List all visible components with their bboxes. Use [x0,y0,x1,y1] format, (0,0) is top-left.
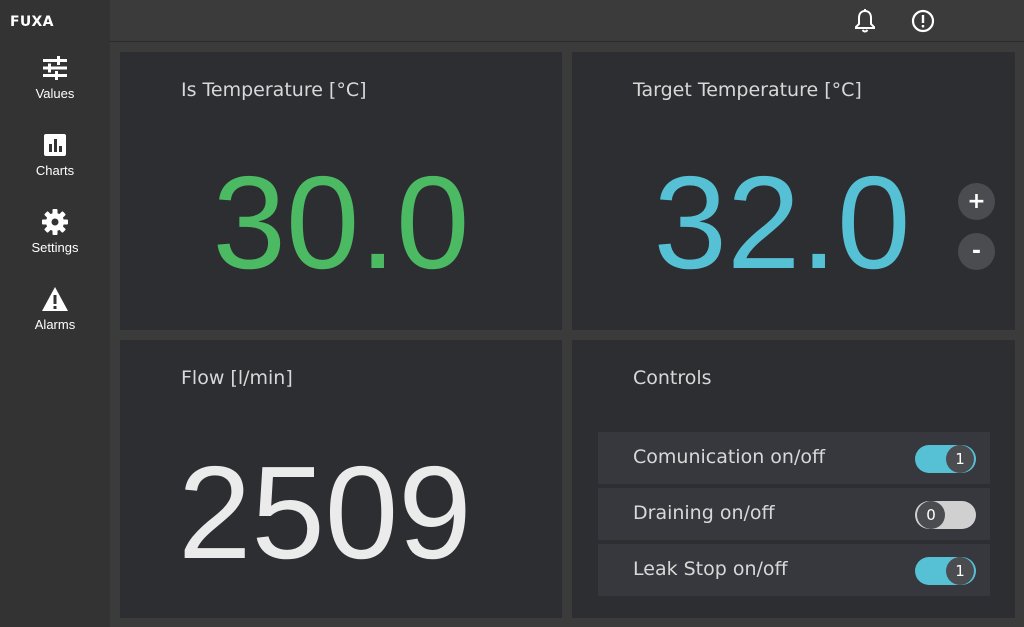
leak-stop-toggle[interactable]: 1 [915,557,976,585]
toggle-knob: 1 [946,445,974,473]
bell-icon[interactable] [852,8,878,34]
sidebar-item-alarms[interactable]: Alarms [0,285,110,355]
sidebar-item-label: Alarms [34,317,76,332]
toggle-knob: 1 [946,557,974,585]
control-row-draining: Draining on/off 0 [598,488,990,540]
decrease-button[interactable]: - [958,233,995,270]
control-label: Draining on/off [633,502,775,524]
brand-title: FUXA [10,14,54,30]
panel-title: Target Temperature [°C] [633,79,862,101]
control-label: Comunication on/off [633,446,826,468]
flow-value: 2509 [178,439,472,586]
warning-icon [41,285,69,313]
panel-title: Flow [l/min] [181,367,293,389]
panel-is-temperature: Is Temperature [°C] 30.0 [120,52,562,330]
control-row-communication: Comunication on/off 1 [598,432,990,484]
sidebar-item-label: Values [35,86,75,101]
sidebar: FUXA Values Charts Settings Alarms [0,0,110,627]
is-temperature-value: 30.0 [212,149,470,296]
control-label: Leak Stop on/off [633,558,788,580]
panel-controls: Controls Comunication on/off 1 Draining … [572,340,1015,618]
sidebar-item-label: Charts [35,163,75,178]
sidebar-item-settings[interactable]: Settings [0,208,110,278]
sidebar-item-values[interactable]: Values [0,54,110,124]
control-row-leak-stop: Leak Stop on/off 1 [598,544,990,596]
sidebar-item-label: Settings [31,240,79,255]
communication-toggle[interactable]: 1 [915,445,976,473]
exclamation-circle-icon[interactable] [910,8,936,34]
target-temperature-value: 32.0 [653,149,911,296]
sidebar-item-charts[interactable]: Charts [0,131,110,201]
sliders-icon [41,54,69,82]
gear-icon [41,208,69,236]
toggle-knob: 0 [917,501,945,529]
top-bar [110,0,1024,42]
panel-flow: Flow [l/min] 2509 [120,340,562,618]
increase-button[interactable]: + [958,183,995,220]
bar-chart-icon [41,131,69,159]
panel-title: Is Temperature [°C] [181,79,367,101]
panel-target-temperature: Target Temperature [°C] 32.0 + - [572,52,1015,330]
draining-toggle[interactable]: 0 [915,501,976,529]
panel-title: Controls [633,367,712,389]
